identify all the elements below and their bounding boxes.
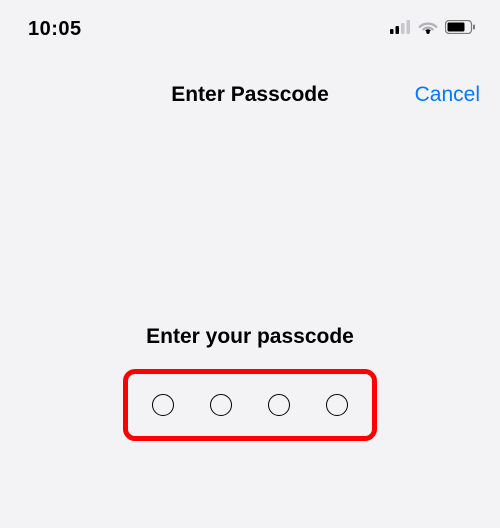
wifi-icon <box>418 20 438 39</box>
passcode-dot[interactable] <box>268 394 290 416</box>
status-bar: 10:05 <box>0 0 500 48</box>
passcode-prompt: Enter your passcode <box>0 325 500 349</box>
navigation-bar: Enter Passcode Cancel <box>0 70 500 120</box>
passcode-dot[interactable] <box>326 394 348 416</box>
page-title: Enter Passcode <box>171 83 329 107</box>
status-time: 10:05 <box>28 18 82 41</box>
passcode-dot[interactable] <box>152 394 174 416</box>
cellular-icon <box>390 20 411 39</box>
battery-icon <box>445 20 476 39</box>
status-icons <box>390 20 476 39</box>
cancel-button[interactable]: Cancel <box>415 83 480 107</box>
passcode-field-highlight <box>123 369 377 441</box>
passcode-dot[interactable] <box>210 394 232 416</box>
passcode-content: Enter your passcode <box>0 325 500 441</box>
